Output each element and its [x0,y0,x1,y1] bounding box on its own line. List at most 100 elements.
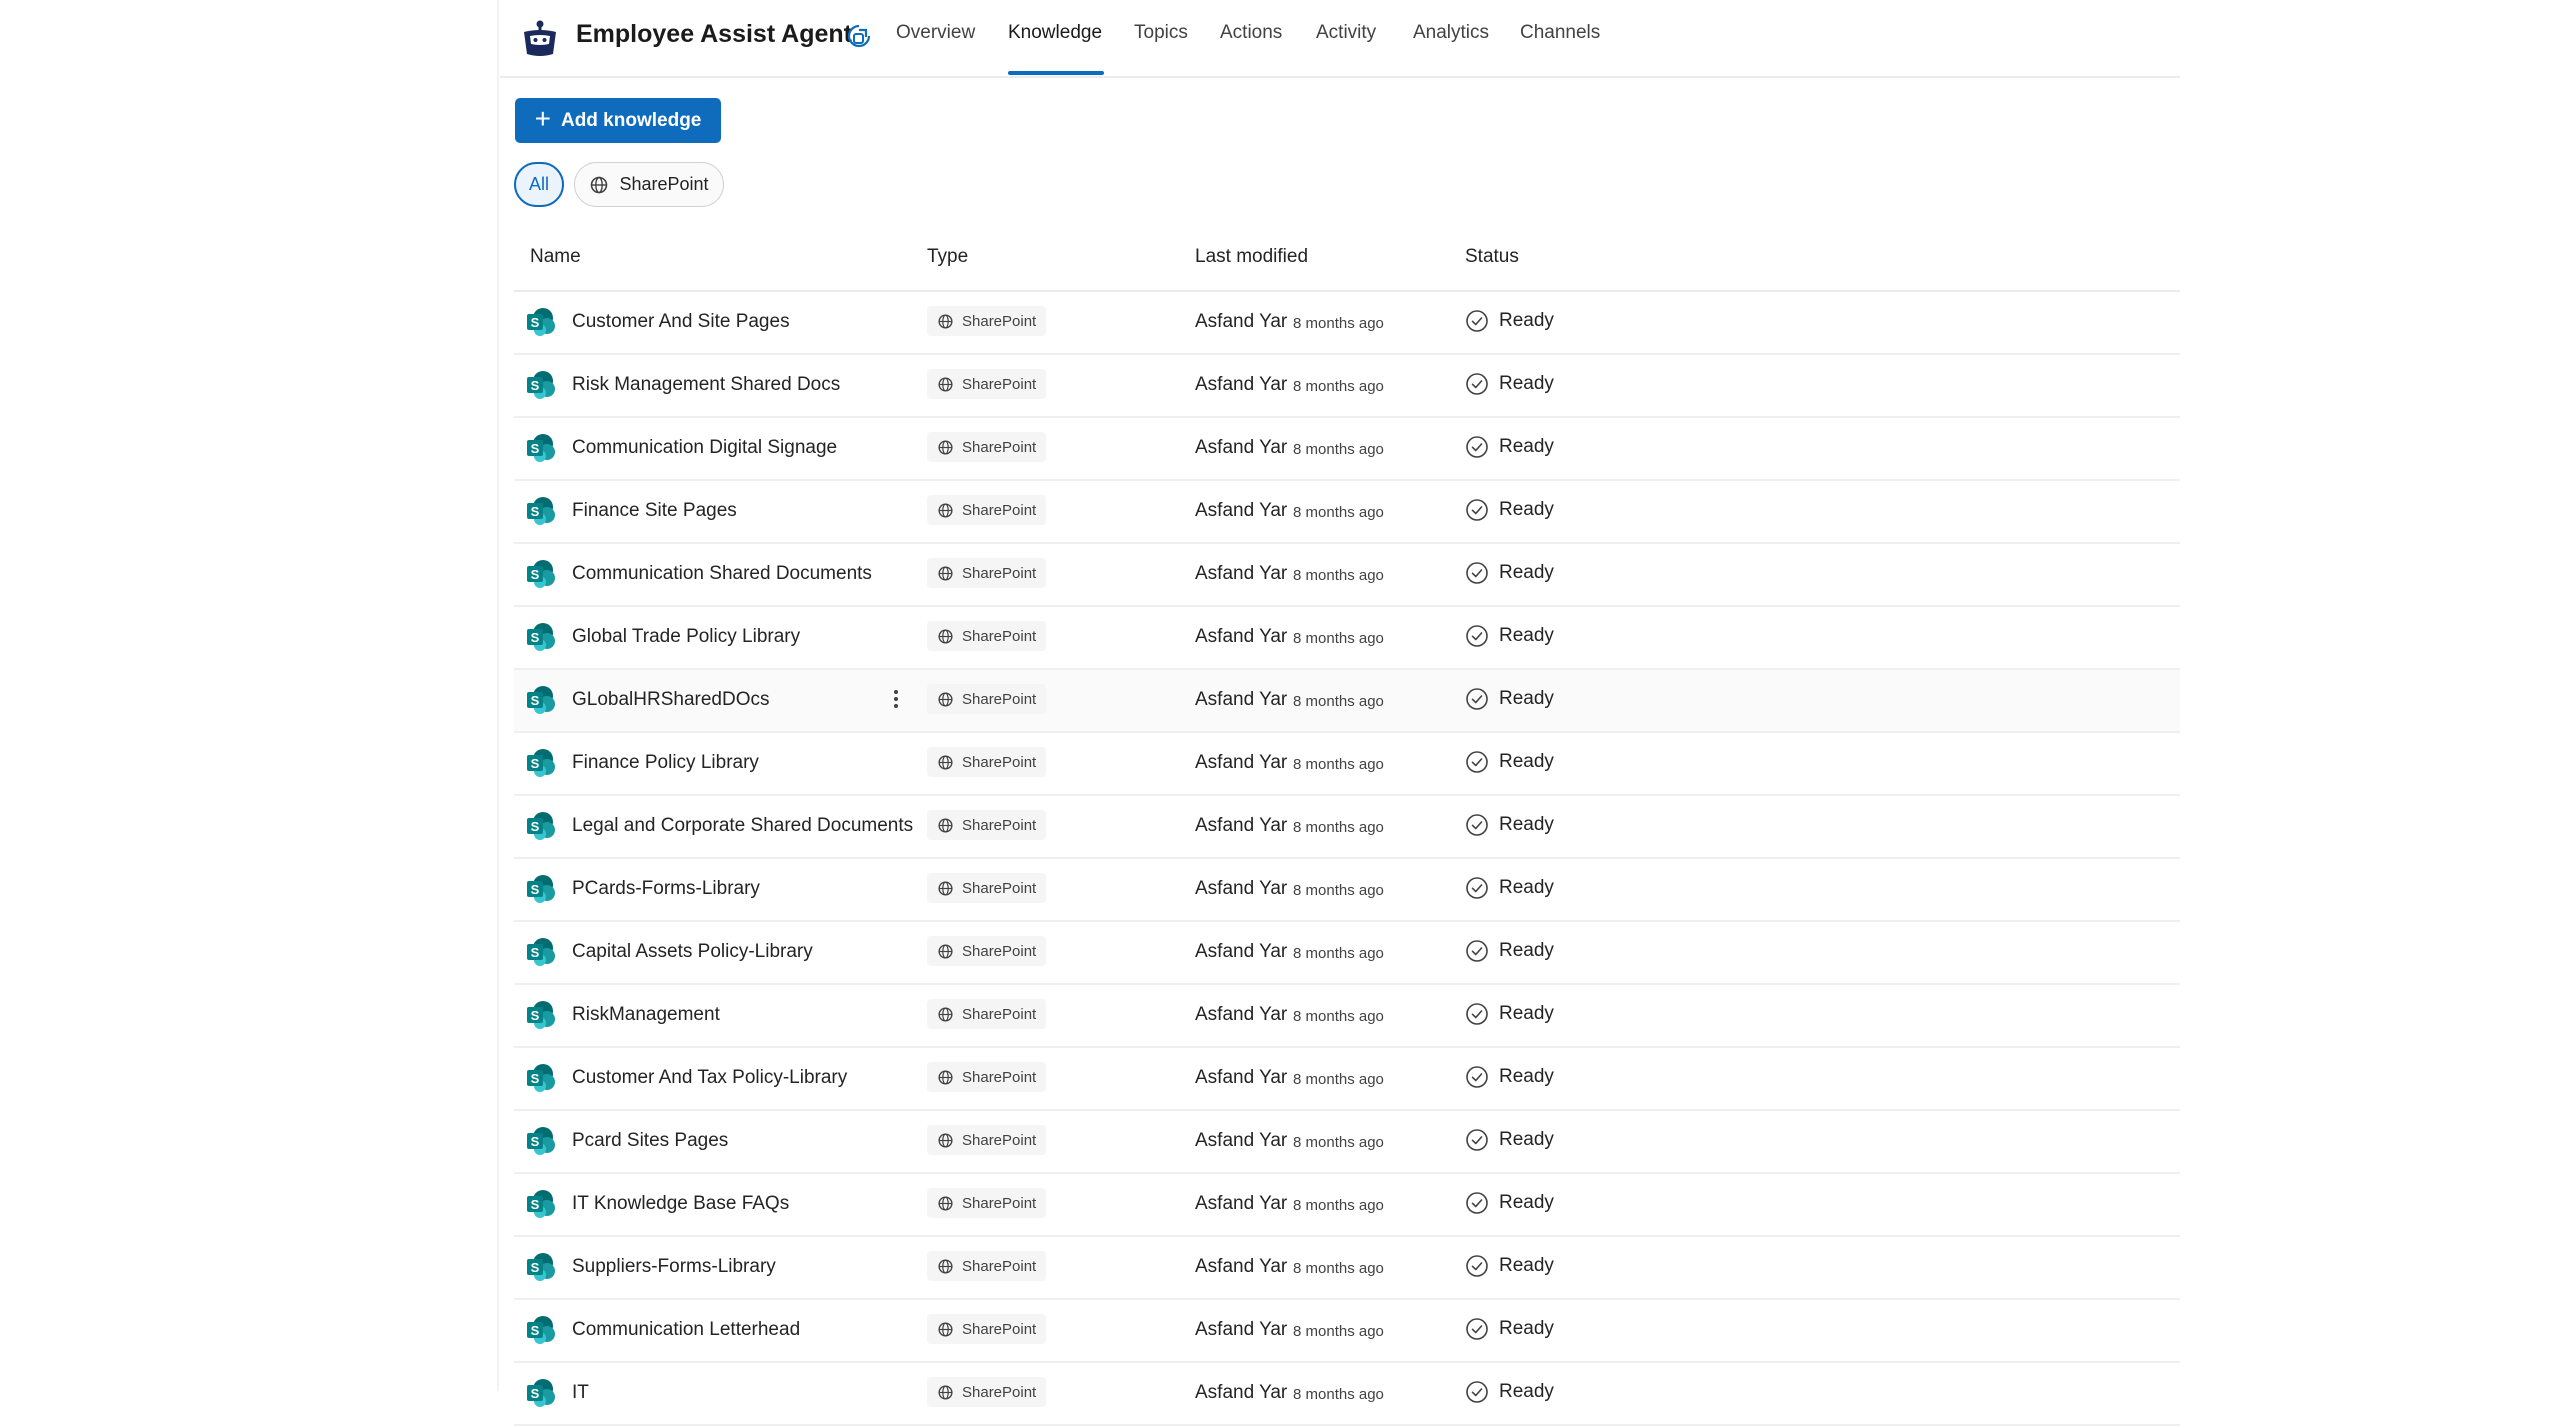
table-row[interactable]: S Capital Assets Policy-Library SharePoi… [514,922,2180,985]
row-name: Legal and Corporate Shared Documents [572,815,914,836]
table-row[interactable]: S Suppliers-Forms-Library SharePoint Asf… [514,1237,2180,1300]
check-circle-icon [1466,499,1488,521]
type-label: SharePoint [962,1068,1037,1086]
svg-text:S: S [531,1197,540,1212]
agent-status-icon[interactable] [844,22,874,52]
globe-icon [938,1321,953,1337]
modified-by: Asfand Yar [1195,437,1288,458]
tab-channels[interactable]: Channels [1520,22,1600,44]
status-badge: Ready [1465,435,1554,459]
tab-activity[interactable]: Activity [1316,22,1376,44]
row-name: Finance Site Pages [572,500,737,521]
modified-time: 8 months ago [1293,819,1384,836]
tab-overview[interactable]: Overview [896,22,975,44]
tab-actions[interactable]: Actions [1220,22,1282,44]
sharepoint-icon: S [527,1064,555,1092]
status-label: Ready [1499,688,1554,709]
table-row[interactable]: S IT SharePoint Asfand Yar 8 months ago … [514,1363,2180,1426]
sharepoint-icon: S [527,623,555,651]
add-knowledge-button[interactable]: + Add knowledge [515,98,721,143]
svg-text:S: S [531,567,540,582]
type-tag: SharePoint [927,369,1047,399]
type-tag: SharePoint [927,1377,1047,1407]
table-row[interactable]: S Pcard Sites Pages SharePoint Asfand Ya… [514,1111,2180,1174]
table-row[interactable]: S Finance Site Pages SharePoint Asfand Y… [514,481,2180,544]
more-options-icon[interactable] [884,684,908,714]
modified-time: 8 months ago [1293,1197,1384,1214]
tab-knowledge[interactable]: Knowledge [1008,22,1102,44]
table-row[interactable]: S Customer And Tax Policy-Library ShareP… [514,1048,2180,1111]
globe-icon [938,1069,953,1085]
tab-analytics[interactable]: Analytics [1413,22,1489,44]
table-row[interactable]: S Global Trade Policy Library SharePoint… [514,607,2180,670]
type-label: SharePoint [962,564,1037,582]
table-row[interactable]: S Communication Shared Documents SharePo… [514,544,2180,607]
column-header-last-modified[interactable]: Last modified [1195,246,1308,268]
row-name: Capital Assets Policy-Library [572,941,813,962]
row-name: PCards-Forms-Library [572,878,760,899]
modified-by: Asfand Yar [1195,500,1288,521]
agent-name: Employee Assist Agent [576,20,853,48]
modified-by: Asfand Yar [1195,626,1288,647]
modified-time: 8 months ago [1293,693,1384,710]
table-row[interactable]: S Risk Management Shared Docs SharePoint… [514,355,2180,418]
row-name: Communication Letterhead [572,1319,801,1340]
knowledge-table: S Customer And Site Pages SharePoint Asf… [514,292,2180,1426]
row-name: Communication Shared Documents [572,563,872,584]
filter-sharepoint-chip[interactable]: SharePoint [574,162,724,207]
status-label: Ready [1499,625,1554,646]
modified-time: 8 months ago [1293,945,1384,962]
check-circle-icon [1466,877,1488,899]
status-label: Ready [1499,1129,1554,1150]
check-circle-icon [1466,1192,1488,1214]
status-label: Ready [1499,1318,1554,1339]
filter-all-chip[interactable]: All [514,162,564,207]
globe-icon [938,1384,953,1400]
sharepoint-icon: S [527,1316,555,1344]
table-row[interactable]: S IT Knowledge Base FAQs SharePoint Asfa… [514,1174,2180,1237]
modified-time: 8 months ago [1293,1386,1384,1403]
status-label: Ready [1499,499,1554,520]
row-name: GLobalHRSharedDOcs [572,689,770,710]
check-circle-icon [1466,1129,1488,1151]
table-row[interactable]: S PCards-Forms-Library SharePoint Asfand… [514,859,2180,922]
check-circle-icon [1466,751,1488,773]
table-row[interactable]: S Finance Policy Library SharePoint Asfa… [514,733,2180,796]
type-label: SharePoint [962,753,1037,771]
type-tag: SharePoint [927,432,1047,462]
tab-topics[interactable]: Topics [1134,22,1188,44]
row-name: Risk Management Shared Docs [572,374,841,395]
status-label: Ready [1499,877,1554,898]
table-row[interactable]: S Customer And Site Pages SharePoint Asf… [514,292,2180,355]
modified-time: 8 months ago [1293,882,1384,899]
modified-time: 8 months ago [1293,1071,1384,1088]
modified-by: Asfand Yar [1195,1193,1288,1214]
status-badge: Ready [1465,750,1554,774]
modified-by: Asfand Yar [1195,941,1288,962]
table-row[interactable]: S Communication Letterhead SharePoint As… [514,1300,2180,1363]
status-label: Ready [1499,1381,1554,1402]
column-header-type[interactable]: Type [927,246,968,268]
sharepoint-icon: S [527,1127,555,1155]
column-header-status[interactable]: Status [1465,246,1519,268]
status-badge: Ready [1465,939,1554,963]
globe-icon [938,943,953,959]
globe-icon [938,565,953,581]
active-tab-indicator [1008,71,1104,75]
svg-text:S: S [531,945,540,960]
sharepoint-icon: S [527,812,555,840]
table-row[interactable]: S Legal and Corporate Shared Documents S… [514,796,2180,859]
status-badge: Ready [1465,561,1554,585]
table-row[interactable]: S GLobalHRSharedDOcs SharePoint Asfand Y… [514,670,2180,733]
type-tag: SharePoint [927,873,1047,903]
globe-icon [591,176,608,193]
table-row[interactable]: S Communication Digital Signage SharePoi… [514,418,2180,481]
modified-by: Asfand Yar [1195,689,1288,710]
globe-icon [938,1258,953,1274]
check-circle-icon [1466,1381,1488,1403]
type-tag: SharePoint [927,936,1047,966]
column-header-name[interactable]: Name [530,246,581,268]
modified-time: 8 months ago [1293,504,1384,521]
table-row[interactable]: S RiskManagement SharePoint Asfand Yar 8… [514,985,2180,1048]
check-circle-icon [1466,1003,1488,1025]
